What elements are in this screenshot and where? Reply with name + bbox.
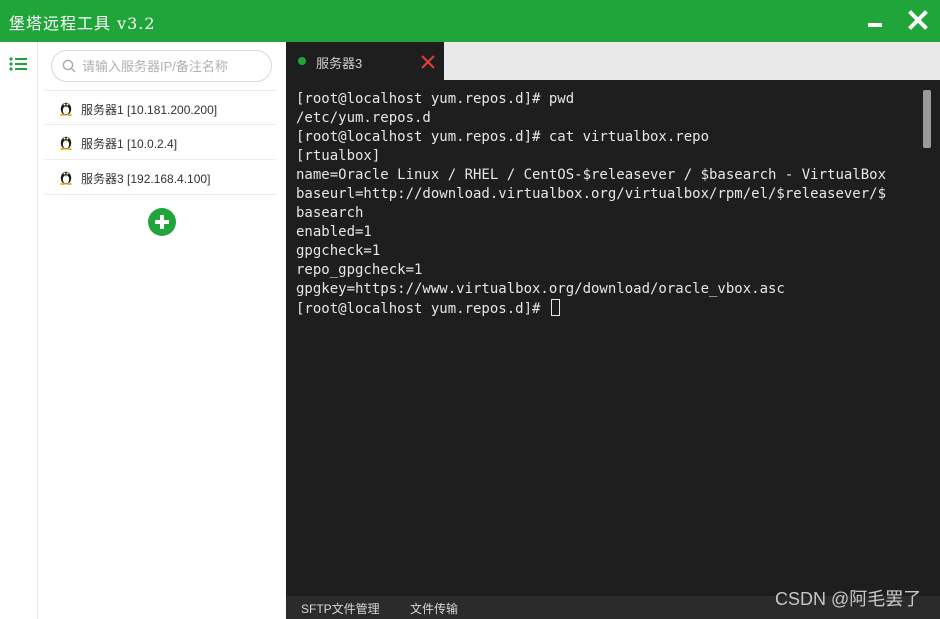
terminal-scrollbar[interactable]	[920, 88, 934, 588]
server-label: 服务器1 [10.181.200.200]	[81, 103, 218, 117]
window-title: 堡塔远程工具 v3.2	[9, 14, 156, 33]
title-bar: 堡塔远程工具 v3.2	[0, 0, 940, 42]
connection-status-icon	[298, 57, 306, 65]
terminal-line: repo_gpgcheck=1	[296, 262, 423, 278]
terminal-prompt: [root@localhost yum.repos.d]#	[296, 301, 549, 317]
add-server-button[interactable]	[148, 208, 176, 236]
terminal-line: [root@localhost yum.repos.d]# pwd	[296, 91, 575, 107]
terminal-line: basearch	[296, 205, 364, 221]
terminal-line: name=Oracle Linux / RHEL / CentOS-$relea…	[296, 167, 887, 183]
tab-label: 服务器3	[316, 56, 363, 71]
close-tab-icon[interactable]	[420, 54, 436, 70]
file-transfer-button[interactable]: 文件传输	[410, 600, 458, 617]
terminal-line: enabled=1	[296, 224, 372, 240]
server-list: 服务器1 [10.181.200.200] 服务器1 [10.0.2.4] 服务…	[45, 90, 276, 195]
watermark: CSDN @阿毛罢了	[775, 589, 922, 609]
tab-bar: 服务器3	[286, 42, 940, 80]
server-label: 服务器1 [10.0.2.4]	[81, 137, 178, 151]
terminal-output: [root@localhost yum.repos.d]# pwd /etc/y…	[296, 90, 916, 318]
linux-tux-icon	[60, 171, 72, 185]
search-icon	[62, 59, 76, 73]
terminal-line: /etc/yum.repos.d	[296, 110, 431, 126]
search-input[interactable]	[82, 56, 262, 76]
server-label: 服务器3 [192.168.4.100]	[81, 172, 211, 186]
left-rail	[0, 42, 38, 619]
server-item[interactable]: 服务器1 [10.0.2.4]	[45, 125, 276, 160]
sftp-manager-button[interactable]: SFTP文件管理	[301, 600, 380, 617]
plus-icon-stroke	[160, 215, 164, 229]
linux-tux-icon	[60, 136, 72, 150]
minimize-button[interactable]	[862, 6, 890, 34]
minimize-icon	[868, 23, 882, 27]
terminal[interactable]: [root@localhost yum.repos.d]# pwd /etc/y…	[286, 80, 940, 596]
linux-tux-icon	[60, 102, 72, 116]
terminal-line: [rtualbox]	[296, 148, 381, 164]
terminal-line: [root@localhost yum.repos.d]# cat virtua…	[296, 129, 710, 145]
terminal-line: gpgkey=https://www.virtualbox.org/downlo…	[296, 281, 785, 297]
scrollbar-thumb[interactable]	[923, 90, 931, 148]
terminal-line: gpgcheck=1	[296, 243, 381, 259]
tab-server3[interactable]: 服务器3	[286, 42, 444, 80]
list-icon	[9, 57, 27, 71]
server-item[interactable]: 服务器3 [192.168.4.100]	[45, 160, 276, 195]
server-sidebar: 服务器1 [10.181.200.200] 服务器1 [10.0.2.4] 服务…	[38, 42, 286, 619]
terminal-cursor	[550, 299, 560, 316]
close-window-button[interactable]	[904, 6, 934, 36]
server-item[interactable]: 服务器1 [10.181.200.200]	[45, 90, 276, 125]
search-box	[51, 50, 272, 82]
bottom-toolbar: SFTP文件管理 文件传输 CSDN @阿毛罢了	[286, 589, 940, 619]
terminal-prompt-line: [root@localhost yum.repos.d]#	[296, 299, 916, 318]
terminal-line: baseurl=http://download.virtualbox.org/v…	[296, 186, 887, 202]
server-list-toggle-button[interactable]	[6, 52, 32, 76]
